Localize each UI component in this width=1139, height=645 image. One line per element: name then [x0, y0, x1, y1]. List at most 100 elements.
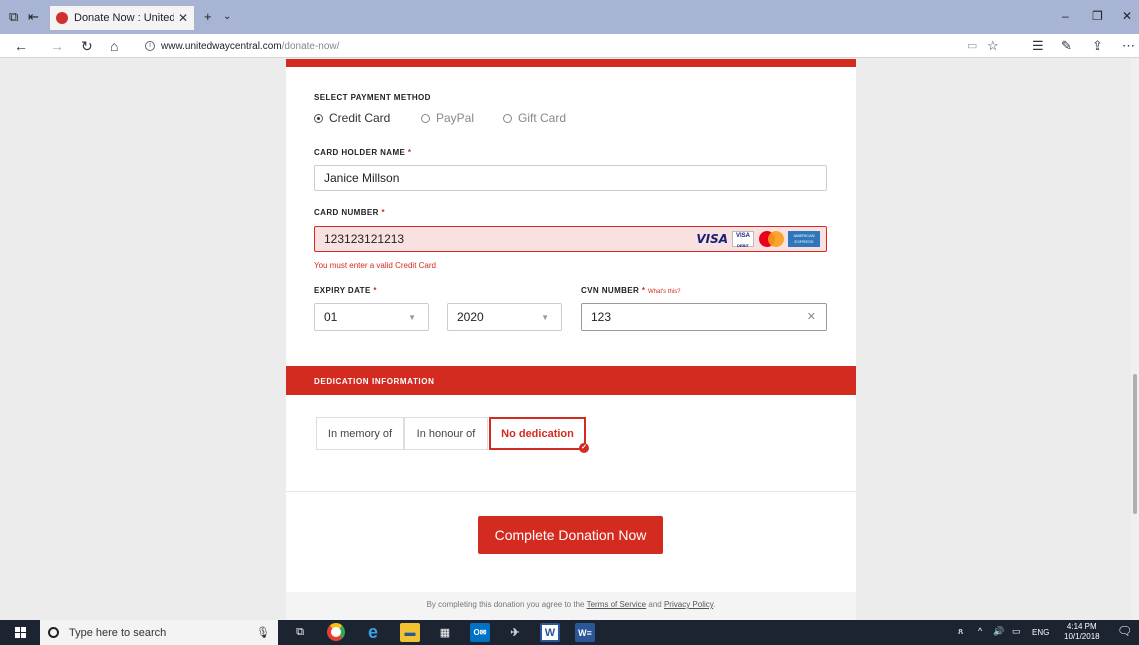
expiry-year-value: 2020: [457, 310, 484, 324]
label-text: CARD HOLDER NAME: [314, 148, 406, 157]
label-text: CARD NUMBER: [314, 208, 379, 217]
dedication-heading: DEDICATION INFORMATION: [286, 366, 856, 395]
cvn-help-link[interactable]: What's this?: [648, 289, 681, 295]
clock-date: 10/1/2018: [1064, 632, 1100, 641]
web-note-pen-icon[interactable]: ✎: [1061, 38, 1072, 54]
radio-gift-card[interactable]: Gift Card: [503, 111, 566, 125]
radio-credit-card[interactable]: Credit Card: [314, 111, 390, 125]
reading-view-icon[interactable]: ▭: [967, 38, 977, 54]
dropdown-arrow-icon: ▼: [541, 313, 549, 322]
clock-time: 4:14 PM: [1066, 622, 1097, 631]
card-holder-value: Janice Millson: [324, 171, 400, 185]
volume-icon[interactable]: 🔊: [993, 626, 1004, 637]
browser-tab-bar: ⧉ ⇤ Donate Now : United W ✕ + ⌄ – ❐ ✕: [0, 0, 1139, 34]
payment-method-label: SELECT PAYMENT METHOD: [314, 93, 431, 102]
card-holder-input[interactable]: Janice Millson: [314, 165, 827, 191]
amex-line2: EXPRESS: [794, 239, 814, 244]
radio-label: Gift Card: [518, 111, 567, 125]
new-tab-icon[interactable]: +: [204, 9, 212, 25]
task-view-icon[interactable]: ⧉: [290, 623, 310, 642]
expiry-month-select[interactable]: 01 ▼: [314, 303, 429, 331]
notification-center-icon[interactable]: 🗨: [1117, 624, 1132, 638]
more-menu-icon[interactable]: ⋯: [1122, 38, 1135, 54]
file-explorer-icon[interactable]: ▬: [400, 623, 420, 642]
people-icon[interactable]: ጸ: [958, 626, 963, 637]
forward-arrow-icon[interactable]: →: [50, 38, 64, 54]
word-document-icon[interactable]: W≡: [575, 623, 595, 642]
favorites-hub-icon[interactable]: ☰: [1032, 38, 1044, 54]
option-label: In honour of: [416, 427, 476, 440]
privacy-policy-link[interactable]: Privacy Policy: [664, 600, 713, 609]
radio-label: Credit Card: [329, 111, 391, 125]
card-number-label: CARD NUMBER *: [314, 208, 385, 217]
expiry-month-value: 01: [324, 310, 338, 324]
site-info-icon[interactable]: i: [145, 41, 155, 51]
page-viewport: SELECT PAYMENT METHOD Credit Card PayPal…: [0, 59, 1139, 620]
terms-of-service-link[interactable]: Terms of Service: [587, 600, 647, 609]
visa-debit-text: VISA: [735, 233, 750, 239]
home-icon[interactable]: ⌂: [110, 38, 118, 54]
dedication-option-none[interactable]: No dedication ✓: [489, 417, 589, 453]
taskbar-search-box[interactable]: Type here to search 🎙: [40, 620, 278, 645]
close-window-icon[interactable]: ✕: [1122, 9, 1132, 23]
start-button[interactable]: [0, 620, 40, 645]
selected-check-icon: ✓: [579, 443, 589, 453]
donation-form-card: SELECT PAYMENT METHOD Credit Card PayPal…: [286, 59, 856, 620]
back-arrow-icon[interactable]: ←: [14, 38, 28, 54]
app-icon[interactable]: ✈: [505, 623, 525, 642]
tab-list-chevron-icon[interactable]: ⌄: [223, 9, 231, 25]
taskbar-clock[interactable]: 4:14 PM 10/1/2018: [1064, 622, 1100, 642]
cvn-input[interactable]: 123 ✕: [581, 303, 827, 331]
set-tabs-aside-icon[interactable]: ⇤: [28, 9, 39, 25]
share-icon[interactable]: ⇪: [1092, 38, 1103, 54]
show-hidden-icons-icon[interactable]: ^: [978, 626, 982, 636]
footer-suffix: .: [713, 600, 716, 609]
windows-logo-icon: [14, 627, 26, 638]
option-label: No dedication: [501, 427, 574, 440]
radio-unselected-icon: [503, 113, 512, 123]
tab-title: Donate Now : United W: [74, 12, 174, 24]
card-number-input[interactable]: 123123121213 VISA VISA DEBIT AMERICAN EXPR…: [314, 226, 827, 252]
card-number-value: 123123121213: [324, 232, 405, 246]
chrome-icon[interactable]: [327, 623, 345, 641]
expiry-date-label: EXPIRY DATE *: [314, 286, 377, 295]
dropdown-arrow-icon: ▼: [408, 313, 416, 322]
site-favicon-icon: [56, 12, 68, 24]
close-tab-icon[interactable]: ✕: [178, 11, 188, 25]
visa-debit-sub: DEBIT: [737, 243, 749, 248]
amex-line1: AMERICAN: [793, 233, 815, 238]
favorite-star-icon[interactable]: ☆: [987, 38, 999, 54]
accepted-cards: VISA VISA DEBIT AMERICAN EXPRESS: [696, 231, 820, 248]
scrollbar-thumb[interactable]: [1133, 374, 1137, 514]
terms-footer: By completing this donation you agree to…: [286, 592, 856, 620]
language-indicator[interactable]: ENG: [1032, 628, 1049, 637]
microphone-icon[interactable]: 🎙: [256, 626, 270, 639]
restore-icon[interactable]: ❐: [1092, 9, 1103, 23]
complete-donation-button[interactable]: Complete Donation Now: [478, 516, 663, 554]
page-scrollbar[interactable]: [1131, 59, 1139, 620]
clear-input-icon[interactable]: ✕: [807, 310, 816, 323]
dedication-option-in-honour[interactable]: In honour of: [404, 417, 488, 450]
footer-prefix: By completing this donation you agree to…: [426, 600, 585, 609]
word-icon[interactable]: W: [540, 623, 560, 642]
network-icon[interactable]: ▭: [1012, 626, 1021, 637]
browser-tab[interactable]: Donate Now : United W ✕: [50, 6, 194, 30]
label-text: EXPIRY DATE: [314, 286, 371, 295]
required-marker: *: [381, 208, 385, 217]
refresh-icon[interactable]: ↻: [81, 38, 93, 54]
outlook-icon[interactable]: O✉: [470, 623, 490, 642]
radio-selected-icon: [314, 113, 323, 123]
url-domain: www.unitedwaycentral.com: [161, 40, 282, 52]
expiry-year-select[interactable]: 2020 ▼: [447, 303, 562, 331]
calculator-icon[interactable]: ▦: [435, 623, 455, 642]
dedication-option-in-memory[interactable]: In memory of: [316, 417, 404, 450]
edge-icon[interactable]: e: [363, 622, 383, 642]
required-marker: *: [407, 148, 412, 157]
radio-paypal[interactable]: PayPal: [421, 111, 474, 125]
tab-preview-icon[interactable]: ⧉: [9, 9, 18, 25]
url-path: /donate-now/: [281, 40, 340, 52]
minimize-icon[interactable]: –: [1062, 9, 1069, 23]
url-field[interactable]: i www.unitedwaycentral.com/donate-now/: [145, 36, 965, 56]
cvn-value: 123: [591, 310, 612, 324]
section-header-band: [286, 59, 856, 67]
